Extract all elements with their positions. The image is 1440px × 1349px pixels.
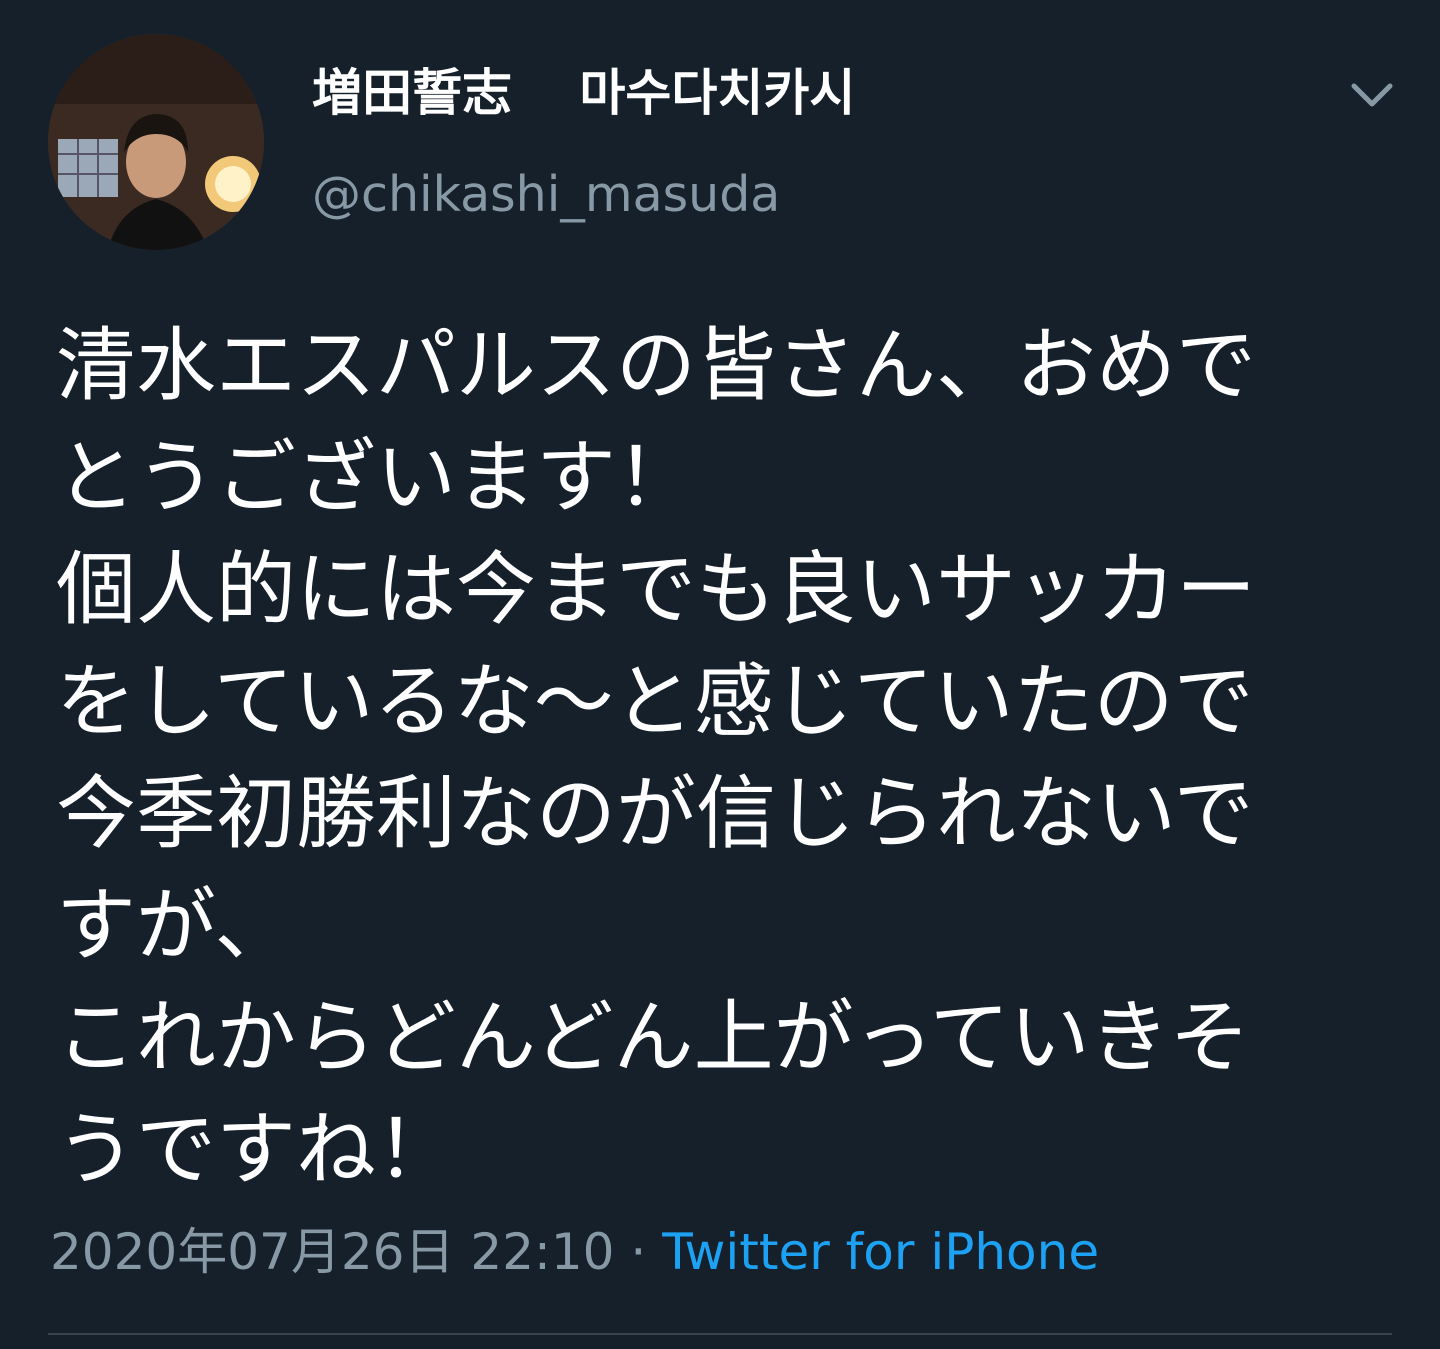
tweet-text-line: 今季初勝利なのが信じられないで <box>56 767 1254 860</box>
meta-separator: · <box>630 1223 647 1281</box>
tweet-timestamp[interactable]: 2020年07月26日 22:10 <box>50 1223 614 1281</box>
tweet-text-line: これからどんどん上がっていきそ <box>56 991 1250 1084</box>
user-handle[interactable]: @chikashi_masuda <box>312 160 780 230</box>
tweet-text-line: うですね！ <box>56 1103 456 1196</box>
avatar[interactable] <box>48 34 264 250</box>
tweet-source-link[interactable]: Twitter for iPhone <box>662 1223 1099 1281</box>
divider <box>48 1333 1392 1335</box>
tweet-text-line: とうございます！ <box>56 431 696 524</box>
tweet-text-line: 個人的には今までも良いサッカー <box>56 543 1256 636</box>
display-name[interactable]: 増田誓志 마수다치카시 <box>312 58 855 128</box>
tweet-text: 清水エスパルスの皆さん、おめで とうございます！ 個人的には今までも良いサッカー… <box>56 310 1396 1206</box>
avatar-photo <box>48 34 264 250</box>
tweet-meta: 2020年07月26日 22:10 · Twitter for iPhone <box>50 1212 1099 1292</box>
tweet-text-line: をしているな～と感じていたので <box>56 655 1254 748</box>
tweet-text-line: すが、 <box>56 879 295 972</box>
chevron-down-icon[interactable] <box>1346 68 1398 120</box>
tweet-detail: 増田誓志 마수다치카시 @chikashi_masuda 清水エスパルスの皆さん… <box>0 0 1440 1349</box>
tweet-text-line: 清水エスパルスの皆さん、おめで <box>56 319 1256 412</box>
